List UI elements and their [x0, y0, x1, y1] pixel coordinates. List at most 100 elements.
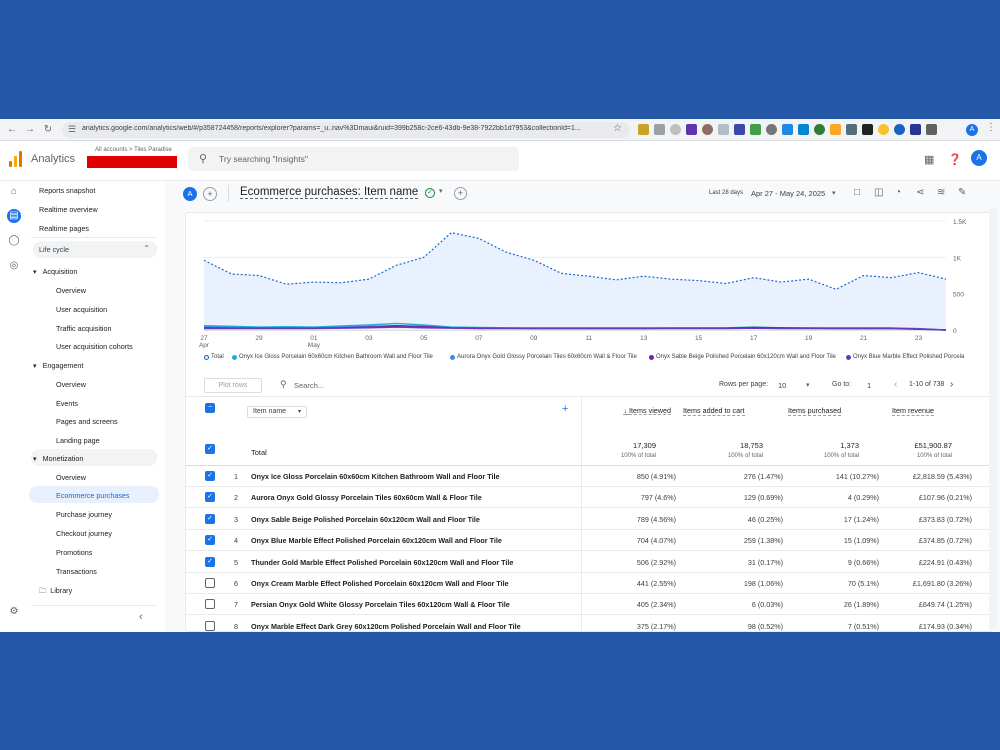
- sidebar-item-traffic-acquisition[interactable]: Traffic acquisition: [56, 324, 112, 333]
- table-row[interactable]: ✓ 5 Thunder Gold Marble Effect Polished Po…: [186, 552, 992, 573]
- prev-page-icon[interactable]: ‹: [894, 379, 897, 390]
- row-checkbox[interactable]: ✓: [205, 556, 215, 567]
- account-avatar[interactable]: A: [971, 150, 987, 166]
- sidebar-item-purchase-journey[interactable]: Purchase journey: [56, 510, 112, 519]
- add-comparison-button[interactable]: +: [203, 187, 217, 201]
- customize-report-icon[interactable]: ◫: [874, 187, 883, 198]
- title-dropdown-icon[interactable]: ▾: [439, 187, 443, 195]
- edit-pencil-icon[interactable]: ✎: [958, 187, 966, 198]
- extension-icon[interactable]: [750, 124, 761, 135]
- extension-icon[interactable]: [686, 124, 697, 135]
- page-scrollbar[interactable]: [989, 209, 997, 629]
- row-checkbox[interactable]: ✓: [205, 535, 215, 546]
- column-header-item-revenue[interactable]: Item revenue: [892, 406, 934, 416]
- row-checkbox[interactable]: [205, 578, 215, 588]
- legend-item[interactable]: Onyx Ice Gloss Porcelain 60x60cm Kitchen…: [232, 354, 433, 360]
- date-dropdown-icon[interactable]: ▾: [832, 189, 836, 197]
- sidebar-item-ecommerce-purchases[interactable]: Ecommerce purchases: [56, 491, 130, 500]
- analytics-logo[interactable]: [9, 151, 22, 167]
- forward-icon[interactable]: →: [24, 123, 36, 137]
- table-row[interactable]: ✓ 4 Onyx Blue Marble Effect Polished Porce…: [186, 530, 992, 552]
- chevron-down-icon[interactable]: ▾: [806, 381, 810, 389]
- home-icon[interactable]: ⌂: [7, 185, 21, 199]
- legend-item[interactable]: Onyx Blue Marble Effect Polished Porcela: [846, 354, 964, 360]
- total-checkbox[interactable]: ✓: [205, 444, 215, 454]
- bookmark-star-icon[interactable]: ☆: [613, 123, 622, 134]
- table-row[interactable]: 8 Onyx Marble Effect Dark Grey 60x120cm P…: [186, 616, 992, 631]
- address-bar[interactable]: ☰ analytics.google.com/analytics/web/#/p…: [62, 122, 630, 138]
- legend-item[interactable]: Onyx Sable Beige Polished Porcelain 60x1…: [649, 354, 836, 360]
- sidebar-item-user-acquisition-cohorts[interactable]: User acquisition cohorts: [56, 342, 133, 351]
- browser-profile-avatar[interactable]: A: [966, 124, 978, 136]
- rows-per-page-select[interactable]: 10: [778, 381, 786, 390]
- account-breadcrumb[interactable]: All accounts > Tiles Paradise: [95, 147, 172, 153]
- browser-menu-icon[interactable]: ⋮: [986, 122, 996, 133]
- extension-icon[interactable]: [814, 124, 825, 135]
- extension-icon[interactable]: [718, 124, 729, 135]
- legend-item[interactable]: Total: [204, 354, 224, 360]
- table-row[interactable]: ✓ 3 Onyx Sable Beige Polished Porcelain 60…: [186, 509, 992, 530]
- extension-icon[interactable]: [782, 124, 793, 135]
- date-range-picker[interactable]: Apr 27 - May 24, 2025: [751, 189, 825, 198]
- explore-icon[interactable]: ◯: [7, 234, 21, 248]
- extension-icon[interactable]: [638, 124, 649, 135]
- extension-icon[interactable]: [910, 124, 921, 135]
- column-header-items-viewed[interactable]: ↓ Items viewed: [601, 406, 671, 415]
- row-checkbox[interactable]: [205, 599, 215, 610]
- select-all-checkbox[interactable]: −: [205, 403, 215, 413]
- lifecycle-collection[interactable]: Life cycle ⌃: [33, 241, 157, 258]
- table-row[interactable]: ✓ 1 Onyx Ice Gloss Porcelain 60x60cm Kitch…: [186, 466, 992, 487]
- reports-icon[interactable]: ▤: [7, 209, 21, 223]
- table-row[interactable]: 6 Onyx Cream Marble Effect Polished Porce…: [186, 573, 992, 594]
- sidebar-group-acquisition[interactable]: ▾ Acquisition: [33, 267, 77, 276]
- sidebar-item-mon-overview[interactable]: Overview: [56, 473, 86, 482]
- extension-icon[interactable]: [654, 124, 665, 135]
- extension-icon[interactable]: [878, 124, 889, 135]
- sidebar-item-landing-page[interactable]: Landing page: [56, 436, 100, 445]
- sidebar-item-promotions[interactable]: Promotions: [56, 548, 92, 557]
- sidebar-item-checkout-journey[interactable]: Checkout journey: [56, 529, 112, 538]
- row-checkbox[interactable]: ✓: [205, 471, 215, 481]
- extension-icon[interactable]: [670, 124, 681, 135]
- collapse-sidebar-icon[interactable]: ‹: [139, 611, 143, 623]
- extension-icon[interactable]: [862, 124, 873, 135]
- sidebar-item-reports-snapshot[interactable]: Reports snapshot: [39, 186, 95, 195]
- help-icon[interactable]: ❓: [948, 153, 962, 166]
- comparison-segment-badge[interactable]: A: [183, 187, 197, 201]
- next-page-icon[interactable]: ›: [950, 379, 953, 390]
- reload-icon[interactable]: ↻: [42, 123, 54, 137]
- row-checkbox[interactable]: [205, 620, 215, 631]
- sidebar-item-events[interactable]: Events: [56, 399, 78, 408]
- back-icon[interactable]: ←: [6, 123, 18, 137]
- goto-page-input[interactable]: 1: [867, 381, 871, 390]
- row-checkbox[interactable]: ✓: [205, 492, 215, 503]
- table-row[interactable]: 7 Persian Onyx Gold White Glossy Porcelai…: [186, 594, 992, 616]
- share-icon[interactable]: ⋖: [916, 187, 924, 198]
- extension-icon[interactable]: [798, 124, 809, 135]
- extension-icon[interactable]: [734, 124, 745, 135]
- redacted-property-name[interactable]: [87, 156, 177, 168]
- dimension-selector[interactable]: Item name ▾: [247, 406, 307, 418]
- column-header-items-purchased[interactable]: Items purchased: [788, 406, 842, 416]
- table-row[interactable]: ✓ 2 Aurora Onyx Gold Glossy Porcelain Tile…: [186, 487, 992, 509]
- sidebar-item-pages-and-screens[interactable]: Pages and screens: [56, 417, 118, 426]
- insights-icon[interactable]: ◔: [895, 187, 901, 198]
- search-input[interactable]: ⚲ Try searching "Insights": [188, 147, 519, 171]
- plot-rows-button[interactable]: Plot rows: [204, 378, 262, 393]
- settings-gear-icon[interactable]: ⚙: [7, 605, 21, 619]
- table-search-input[interactable]: Search...: [294, 381, 324, 390]
- trend-icon[interactable]: ≋: [937, 187, 945, 198]
- add-dimension-button[interactable]: +: [562, 403, 568, 415]
- add-filter-button[interactable]: +: [454, 187, 467, 200]
- extension-icon[interactable]: [830, 124, 841, 135]
- extension-icon[interactable]: [894, 124, 905, 135]
- extension-icon[interactable]: [846, 124, 857, 135]
- advertising-icon[interactable]: ◎: [7, 259, 21, 273]
- extension-icon[interactable]: [702, 124, 713, 135]
- sidebar-item-transactions[interactable]: Transactions: [56, 567, 97, 576]
- column-header-items-added[interactable]: Items added to cart: [683, 406, 745, 416]
- report-title[interactable]: Ecommerce purchases: Item name: [240, 186, 419, 199]
- extension-icon[interactable]: [766, 124, 777, 135]
- legend-item[interactable]: Aurora Onyx Gold Glossy Porcelain Tiles …: [450, 354, 637, 360]
- puzzle-icon[interactable]: [926, 124, 937, 135]
